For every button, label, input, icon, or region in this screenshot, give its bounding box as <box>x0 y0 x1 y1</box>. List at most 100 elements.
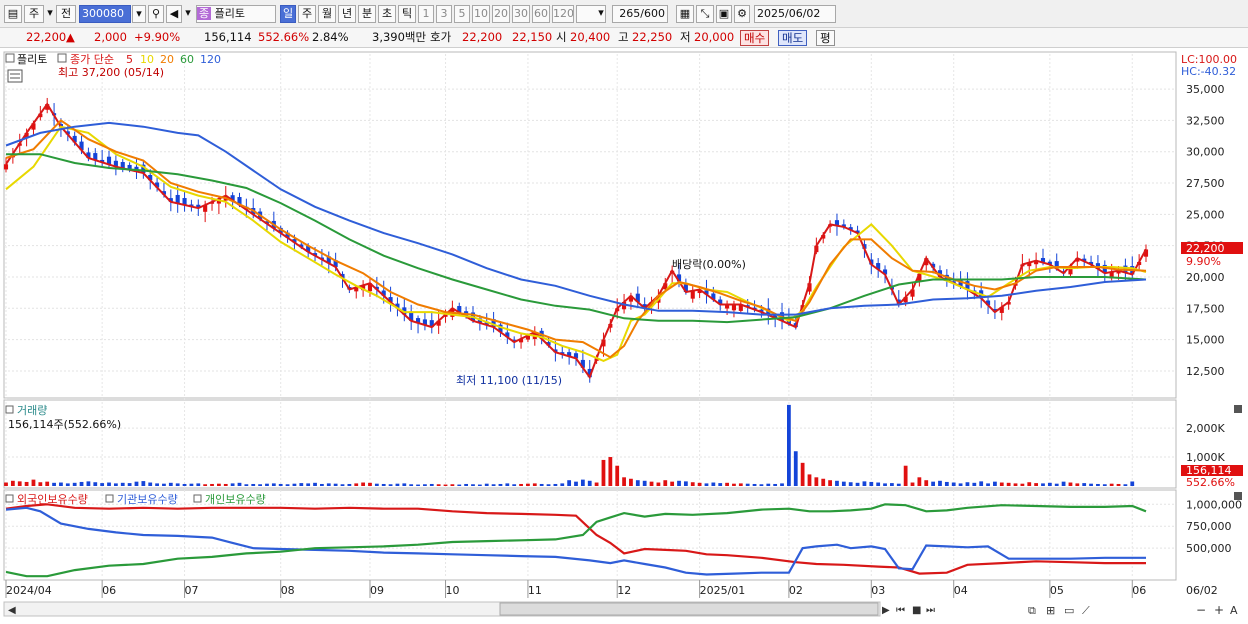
holdings-panel-menu-icon[interactable] <box>5 494 14 503</box>
buy-button[interactable]: 매수 <box>740 30 770 46</box>
volume-panel-menu-icon[interactable] <box>5 405 14 414</box>
last-price-label: 22,200 <box>1186 242 1225 255</box>
volume-bar <box>100 483 105 486</box>
stop-icon[interactable]: ■ <box>912 605 921 616</box>
period-month[interactable]: 월 <box>318 5 336 23</box>
volume-bar <box>361 482 365 486</box>
volume-bar <box>223 483 228 486</box>
low-price: 20,000 <box>694 30 735 44</box>
volume-bar <box>890 483 894 486</box>
interval-3[interactable]: 3 <box>436 5 452 23</box>
settings-gear-icon[interactable]: ⚙ <box>734 5 750 23</box>
chart-type-icon[interactable]: ▤ <box>4 5 22 23</box>
interval-10[interactable]: 10 <box>472 5 490 23</box>
zoom-in-icon[interactable]: + <box>1214 603 1224 617</box>
eval-button[interactable]: 평 <box>816 30 835 46</box>
candle-body <box>3 164 9 170</box>
count-value: 265 <box>619 7 641 20</box>
market-dropdown-icon[interactable]: ▾ <box>46 5 54 23</box>
volume-close-icon[interactable] <box>1234 405 1242 413</box>
interval-1[interactable]: 1 <box>418 5 434 23</box>
volume-bar <box>635 480 640 486</box>
scroll-right-icon[interactable]: ▶ <box>882 605 890 616</box>
x-tick-label: 02 <box>789 584 803 597</box>
period-day[interactable]: 일 <box>280 5 296 23</box>
scrollbar-thumb[interactable] <box>499 602 879 616</box>
interval-dropdown-icon[interactable]: ▾ <box>595 5 607 23</box>
volume-bar <box>642 480 647 486</box>
volume-bar <box>649 481 654 486</box>
save-icon[interactable]: ▣ <box>716 5 732 23</box>
interval-120[interactable]: 120 <box>552 5 574 23</box>
font-size-icon[interactable]: A <box>1230 604 1238 617</box>
count-input[interactable]: 265/600 <box>612 5 668 23</box>
stock-name-field[interactable]: 종 플리토 <box>196 5 276 23</box>
ma-menu-icon[interactable] <box>57 53 67 63</box>
rewind-icon[interactable]: ⏮ <box>896 605 905 616</box>
period-week[interactable]: 주 <box>298 5 316 23</box>
window-icon[interactable]: ▭ <box>1064 604 1074 617</box>
x-tick-label: 2025/01 <box>700 584 746 597</box>
volume-bar <box>120 482 125 486</box>
forward-icon[interactable]: ⏭ <box>926 605 935 616</box>
volume-bar <box>182 483 187 486</box>
volume-bar <box>841 481 846 486</box>
volume-bar <box>965 482 970 486</box>
volume-bar <box>1034 483 1039 486</box>
period-minute[interactable]: 분 <box>358 5 376 23</box>
volume-bar <box>299 483 304 486</box>
market-select[interactable]: 주 <box>24 5 44 23</box>
interval-5[interactable]: 5 <box>454 5 470 23</box>
ma-legend-5: 5 <box>126 53 133 66</box>
volume-bar <box>1068 482 1073 486</box>
zoom-fit-icon[interactable]: ⧉ <box>1028 604 1036 617</box>
period-tick[interactable]: 틱 <box>398 5 416 23</box>
prev-button[interactable]: 전 <box>56 5 76 23</box>
volume-tick-label: 2,000K <box>1186 422 1225 435</box>
date-input[interactable]: 2025/06/02 <box>754 5 836 23</box>
inst-menu-icon[interactable] <box>105 494 114 503</box>
zoom-out-icon[interactable]: − <box>1196 603 1206 617</box>
speaker-icon[interactable]: ◀ <box>166 5 182 23</box>
code-dropdown-icon[interactable]: ▾ <box>132 5 146 23</box>
ma-legend-60: 60 <box>180 53 194 66</box>
stock-code-input[interactable]: 300080 <box>79 5 131 23</box>
search-icon[interactable]: ⚲ <box>148 5 164 23</box>
interval-20[interactable]: 20 <box>492 5 510 23</box>
volume-panel[interactable] <box>3 399 1177 489</box>
volume-bar <box>423 484 427 486</box>
x-tick-label: 04 <box>954 584 968 597</box>
period-second[interactable]: 초 <box>378 5 396 23</box>
interval-30[interactable]: 30 <box>512 5 530 23</box>
layout-icon[interactable]: ⊞ <box>1046 604 1055 617</box>
volume-tick-label: 1,000K <box>1186 451 1225 464</box>
interval-60[interactable]: 60 <box>532 5 550 23</box>
draw-tool-icon[interactable]: ⤡ <box>696 5 714 23</box>
volume-bar <box>1027 482 1032 486</box>
volume-bar <box>608 457 613 486</box>
line-tool-icon[interactable]: ⟋ <box>1082 604 1090 617</box>
current-price: 22,200 <box>26 30 67 44</box>
volume-bar <box>1082 483 1087 486</box>
calculator-icon[interactable] <box>7 69 23 83</box>
volume-bar <box>313 482 317 486</box>
indicator-icon[interactable]: ▦ <box>676 5 694 23</box>
volume-bar <box>553 483 558 486</box>
x-tick-label: 06 <box>102 584 116 597</box>
foreign-legend: 외국인보유수량 <box>17 493 88 506</box>
indiv-menu-icon[interactable] <box>193 494 202 503</box>
scroll-left-icon[interactable]: ◀ <box>8 605 16 616</box>
period-year[interactable]: 년 <box>338 5 356 23</box>
volume-bar <box>374 483 379 486</box>
sell-button[interactable]: 매도 <box>778 30 808 46</box>
volume-bar <box>986 483 990 486</box>
volume-bar <box>1006 482 1011 486</box>
volume-bar <box>347 483 352 486</box>
turnover-percent: 2.84% <box>312 30 349 44</box>
bid-price: 22,150 <box>512 30 553 44</box>
price-tick-label: 32,500 <box>1186 114 1225 127</box>
speaker-dropdown-icon[interactable]: ▾ <box>183 5 193 23</box>
change-arrow: ▲ <box>66 30 75 44</box>
holdings-close-icon[interactable] <box>1234 492 1242 500</box>
panel-menu-icon[interactable] <box>5 53 15 63</box>
